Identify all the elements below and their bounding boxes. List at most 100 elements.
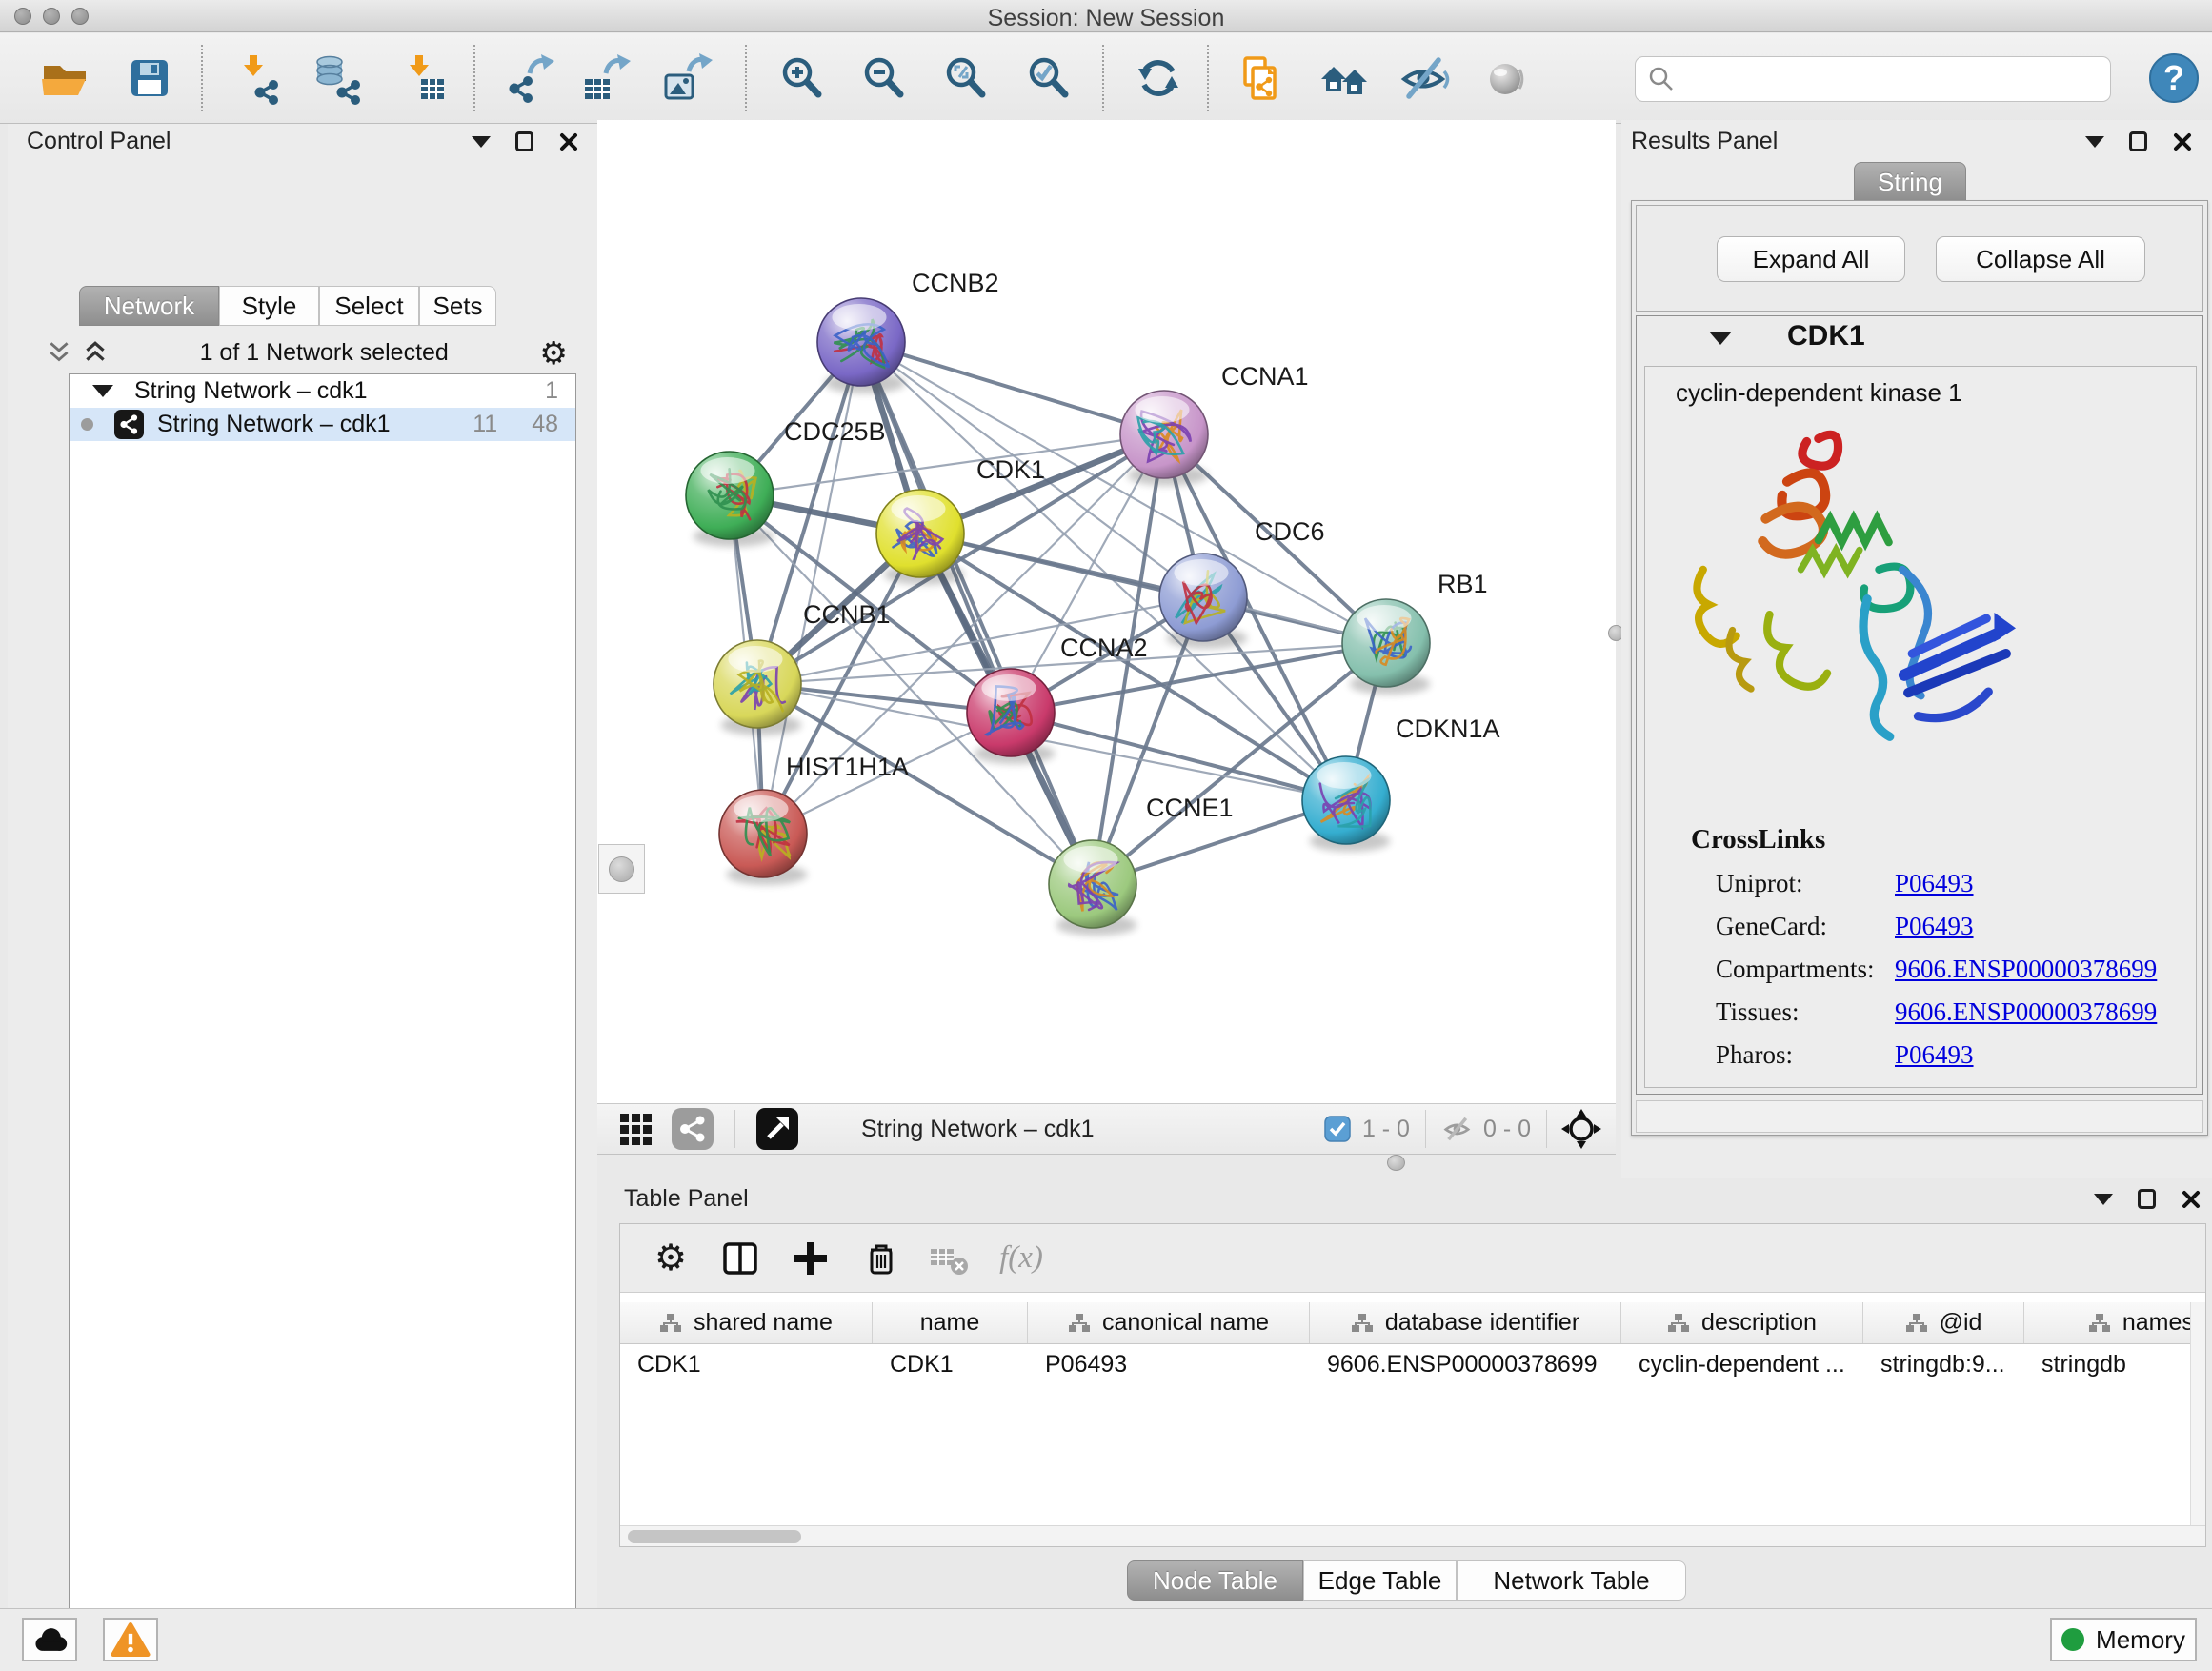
control-panel-title: Control Panel [27,128,171,155]
column-header-canonical-name[interactable]: canonical name [1028,1302,1310,1343]
node-CDC6[interactable]: CDC6 [1159,517,1325,649]
import-network-file-button[interactable] [229,50,284,106]
export-network-button[interactable] [501,50,556,106]
expand-all-icon[interactable] [82,340,109,365]
cell-namespace[interactable]: stringdb [2024,1344,2205,1384]
import-network-database-button[interactable] [311,50,366,106]
crosslink-link[interactable]: P06493 [1895,869,1974,898]
node-CCNE1[interactable]: CCNE1 [1049,794,1234,936]
delete-column-icon[interactable] [862,1239,900,1278]
cell-database-identifier[interactable]: 9606.ENSP00000378699 [1310,1344,1621,1384]
crosslink-link[interactable]: P06493 [1895,912,1974,941]
node-CCNA1[interactable]: CCNA1 [1120,362,1309,486]
expand-all-button[interactable]: Expand All [1717,236,1905,282]
network-label: String Network – cdk1 [157,411,473,438]
panel-close-icon[interactable] [558,131,579,152]
crosslink-link[interactable]: P06493 [1895,1040,1974,1070]
panel-float-icon[interactable] [515,131,533,151]
node-CDC25B[interactable]: CDC25B [686,417,886,547]
edge-count: 48 [532,411,558,438]
grid-view-icon[interactable] [618,1110,656,1148]
node-RB1[interactable]: RB1 [1342,570,1488,695]
cell-@id[interactable]: stringdb:9... [1863,1344,2024,1384]
column-header-name[interactable]: name [873,1302,1028,1343]
open-session-button[interactable] [37,50,92,106]
network-graph[interactable]: CCNB2CCNA1CDC25BCDK1CDC6RB1CCNB1CCNA2CDK… [597,120,1616,1103]
apply-layout-button[interactable] [1131,50,1186,106]
selected-checkbox-icon[interactable] [1324,1116,1351,1142]
export-image-button[interactable] [658,50,714,106]
column-header-@id[interactable]: @id [1863,1302,2024,1343]
tab-string[interactable]: String [1854,162,1966,202]
cell-name[interactable]: CDK1 [873,1344,1028,1384]
network-canvas[interactable]: CCNB2CCNA1CDC25BCDK1CDC6RB1CCNB1CCNA2CDK… [597,120,1616,1103]
collapse-all-button[interactable]: Collapse All [1936,236,2145,282]
left-splitter-handle[interactable] [598,844,645,894]
birdseye-view-icon[interactable] [756,1108,798,1150]
edge-CCNB2-CCNA1[interactable] [861,342,1164,434]
show-all-button[interactable] [1478,50,1533,106]
table-vscrollbar[interactable] [2190,1302,2205,1525]
node-CDKN1A[interactable]: CDKN1A [1302,715,1500,852]
network-options-gear-icon[interactable]: ⚙ [539,337,568,369]
clone-network-button[interactable] [1233,50,1288,106]
edge-CCNB2-CCNE1[interactable] [861,342,1093,884]
first-neighbors-button[interactable] [1317,50,1372,106]
fit-content-button[interactable] [938,50,994,106]
panel-menu-icon[interactable] [2094,1194,2113,1205]
cloud-button[interactable] [22,1618,77,1661]
network-collection-row[interactable]: String Network – cdk1 1 [70,374,575,408]
cell-description[interactable]: cyclin-dependent ... [1621,1344,1863,1384]
collapse-all-icon[interactable] [46,340,72,365]
memory-button[interactable]: Memory [2050,1618,2197,1661]
column-header-shared-name[interactable]: shared name [620,1302,873,1343]
crosshair-icon[interactable] [1560,1108,1602,1150]
tab-network-table[interactable]: Network Table [1457,1560,1686,1601]
table-hscrollbar[interactable] [620,1525,2205,1546]
hscrollbar-thumb[interactable] [628,1530,801,1543]
hide-selected-button[interactable] [1397,50,1452,106]
save-session-button[interactable] [122,50,177,106]
panel-float-icon[interactable] [2129,131,2147,151]
zoom-selected-button[interactable] [1021,50,1076,106]
column-header-namespace[interactable]: namespace [2024,1302,2205,1343]
results-scroll-track[interactable] [1636,1100,2203,1133]
section-expander-icon[interactable] [1709,332,1732,345]
panel-close-icon[interactable] [2172,131,2193,152]
node-label-CDC25B: CDC25B [784,417,886,446]
tab-select[interactable]: Select [319,286,419,326]
tab-node-table[interactable]: Node Table [1127,1560,1303,1601]
panel-close-icon[interactable] [2181,1189,2202,1210]
import-table-button[interactable] [394,50,450,106]
panel-menu-icon[interactable] [472,136,491,148]
node-CCNB1[interactable]: CCNB1 [714,600,891,735]
tab-style[interactable]: Style [219,286,319,326]
export-table-button[interactable] [577,50,633,106]
table-row[interactable]: CDK1CDK1P064939606.ENSP00000378699cyclin… [620,1344,2205,1384]
bottom-splitter-handle[interactable] [1387,1155,1405,1171]
show-columns-icon[interactable] [721,1239,759,1278]
tab-sets[interactable]: Sets [419,286,496,326]
tab-network[interactable]: Network [79,286,219,326]
tree-expander-icon[interactable] [92,385,113,397]
network-view-share-icon[interactable] [672,1108,714,1150]
panel-float-icon[interactable] [2138,1189,2156,1209]
table-options-gear-icon[interactable]: ⚙ [654,1240,687,1277]
crosslink-link[interactable]: 9606.ENSP00000378699 [1895,955,2157,984]
search-input[interactable] [1635,56,2111,102]
help-button[interactable]: ? [2146,50,2202,106]
cell-canonical-name[interactable]: P06493 [1028,1344,1310,1384]
create-column-icon[interactable] [792,1239,830,1278]
tab-edge-table[interactable]: Edge Table [1303,1560,1457,1601]
node-label-CCNE1: CCNE1 [1146,794,1234,822]
network-row-selected[interactable]: String Network – cdk1 11 48 [70,408,575,441]
zoom-out-button[interactable] [856,50,912,106]
column-header-database-identifier[interactable]: database identifier [1310,1302,1621,1343]
cell-shared-name[interactable]: CDK1 [620,1344,873,1384]
column-header-description[interactable]: description [1621,1302,1863,1343]
zoom-in-button[interactable] [774,50,830,106]
panel-menu-icon[interactable] [2085,136,2104,148]
node-HIST1H1A[interactable]: HIST1H1A [719,753,909,885]
warnings-button[interactable] [103,1618,158,1661]
crosslink-link[interactable]: 9606.ENSP00000378699 [1895,997,2157,1027]
